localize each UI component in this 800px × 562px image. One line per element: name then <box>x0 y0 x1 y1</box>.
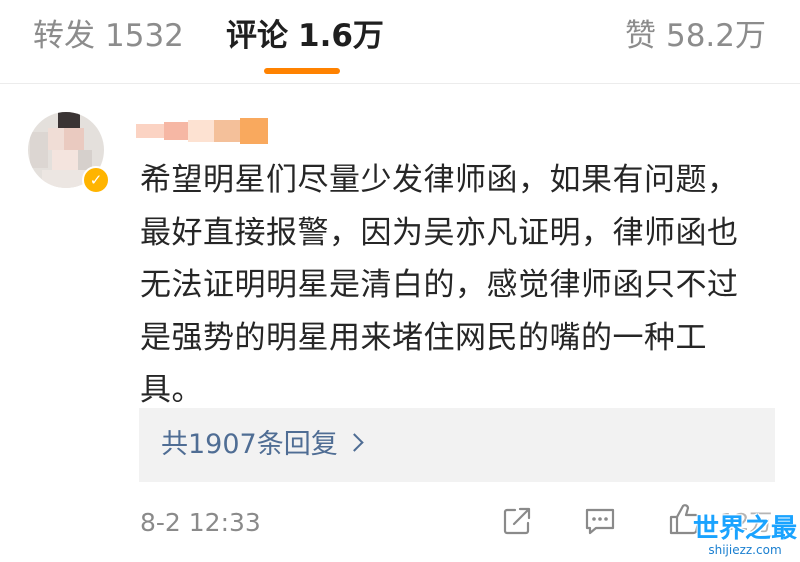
tab-likes[interactable]: 赞 58.2万 <box>625 14 766 58</box>
chevron-right-icon <box>345 433 364 452</box>
tab-repost-count: 1532 <box>105 18 184 54</box>
tab-comments-count: 1.6万 <box>298 18 384 54</box>
tab-repost[interactable]: 转发 1532 <box>33 14 184 58</box>
share-icon[interactable] <box>502 506 532 536</box>
view-replies-link[interactable]: 共1907条回复 <box>161 426 364 464</box>
watermark-title: 世界之最 <box>693 514 798 544</box>
tab-repost-label: 转发 <box>33 18 95 54</box>
comment-line: 希望明星们尽量少发律师函，如果有问题， <box>140 162 739 198</box>
replies-box[interactable]: 共1907条回复 <box>139 408 775 482</box>
tab-likes-label: 赞 <box>624 18 656 54</box>
reply-icon[interactable] <box>584 506 616 536</box>
comment-line: 最好直接报警，因为吴亦凡证明，律师函也 <box>140 214 739 251</box>
view-replies-label: 共1907条回复 <box>161 429 338 460</box>
comment-timestamp: 8-2 12:33 <box>140 508 261 537</box>
username-blurred[interactable] <box>136 118 270 144</box>
tab-divider <box>0 83 800 84</box>
tab-comments[interactable]: 评论 1.6万 <box>226 14 384 58</box>
comment-line: 是强势的明星用来堵住网民的嘴的一种工 <box>140 319 707 356</box>
tab-comments-label: 评论 <box>226 18 288 54</box>
active-tab-indicator <box>264 68 340 74</box>
verified-badge-icon: ✓ <box>82 166 110 194</box>
watermark-url: shijiezz.com <box>708 543 782 557</box>
comment-line: 无法证明明星是清白的，感觉律师函只不过 <box>140 267 739 303</box>
tab-bar: 转发 1532 评论 1.6万 赞 58.2万 <box>0 0 800 84</box>
comment-text: 希望明星们尽量少发律师函，如果有问题， 最好直接报警，因为吴亦凡证明，律师函也 … <box>140 154 780 417</box>
tab-likes-count: 58.2万 <box>665 18 766 54</box>
watermark: 世界之最 shijiezz.com <box>693 515 797 557</box>
